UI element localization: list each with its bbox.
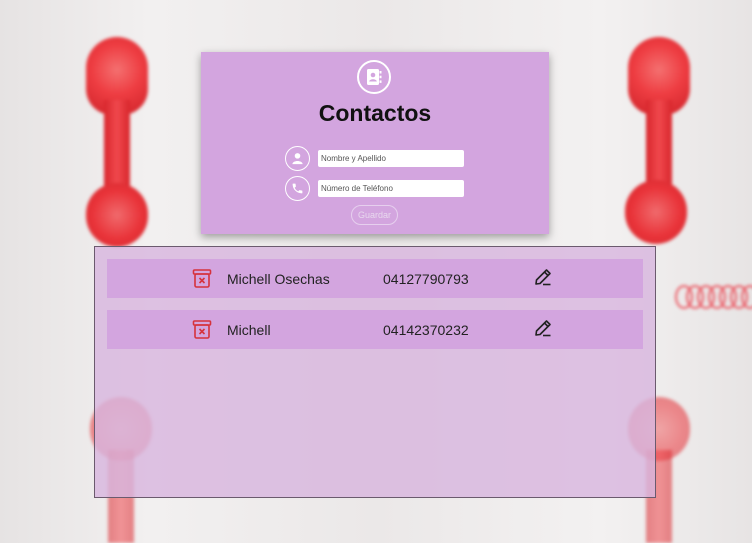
- name-input[interactable]: [318, 150, 464, 167]
- contact-form-card: Contactos Guardar: [201, 52, 549, 234]
- contact-name: Michell: [227, 321, 271, 338]
- pencil-icon[interactable]: [533, 267, 553, 288]
- list-item: Michell 04142370232: [107, 310, 643, 349]
- contact-phone: 04142370232: [383, 321, 469, 338]
- contact-book-icon: [357, 60, 391, 94]
- save-button[interactable]: Guardar: [351, 205, 398, 225]
- phone-input[interactable]: [318, 180, 464, 197]
- pencil-icon[interactable]: [533, 318, 553, 339]
- list-item: Michell Osechas 04127790793: [107, 259, 643, 298]
- contact-list: Michell Osechas 04127790793 Michell 0414…: [94, 246, 656, 498]
- phone-icon: [285, 176, 310, 201]
- user-icon: [285, 146, 310, 171]
- contact-name: Michell Osechas: [227, 270, 330, 287]
- trash-icon[interactable]: [192, 268, 212, 289]
- trash-icon[interactable]: [192, 319, 212, 340]
- contact-phone: 04127790793: [383, 270, 469, 287]
- page-title: Contactos: [318, 100, 432, 126]
